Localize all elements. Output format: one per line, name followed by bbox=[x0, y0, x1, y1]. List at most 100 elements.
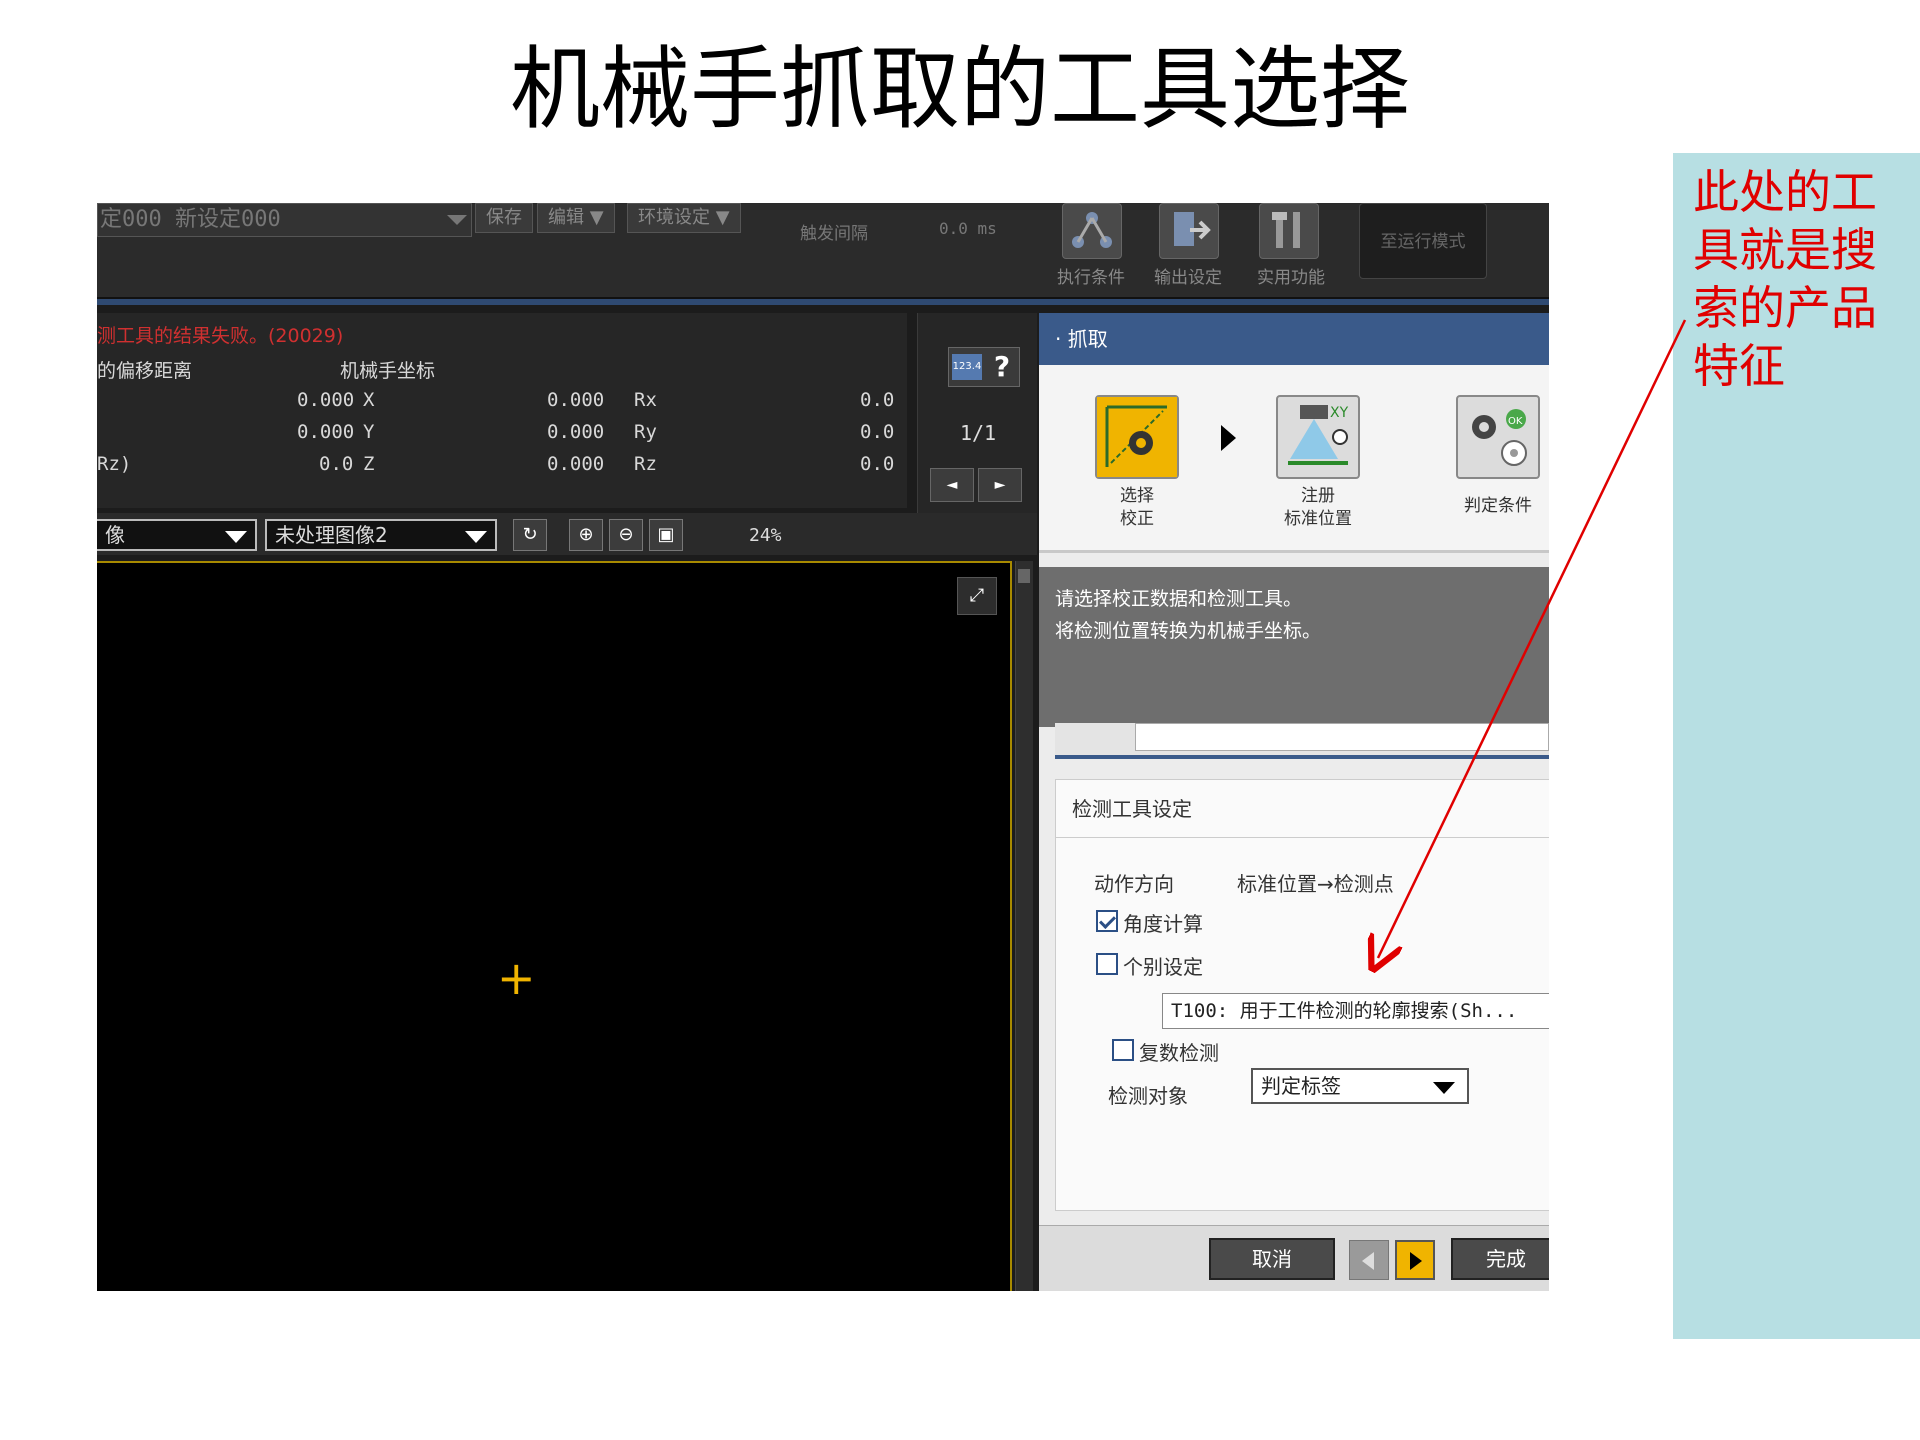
pick-setup-panel: · 抓取 选择 校正 XY 注册 标准位置 OK 判定条件 请选择校正数据和检测… bbox=[1039, 313, 1549, 1291]
zoom-level: 24% bbox=[749, 525, 782, 546]
scene-select[interactable]: 定000 新设定000 bbox=[97, 203, 472, 237]
toolbar-divider bbox=[97, 299, 1549, 305]
offset-x-value: 0.000 bbox=[297, 389, 355, 411]
angle-calc-label: 角度计算 bbox=[1123, 912, 1203, 936]
crosshair-marker: + bbox=[497, 951, 536, 1005]
step-register-reference[interactable]: XY bbox=[1276, 395, 1360, 479]
result-info-panel: 测工具的结果失败。(20029) 的偏移距离 机械手坐标 0.000 0.000… bbox=[97, 313, 907, 508]
axis-rx-value: 0.0 bbox=[860, 389, 895, 411]
help-icon: ? bbox=[993, 350, 1011, 383]
env-settings-button[interactable]: 环境设定 ▼ bbox=[627, 203, 741, 233]
display-help-button[interactable]: 123.4 ? bbox=[948, 347, 1020, 387]
error-message: 测工具的结果失败。(20029) bbox=[97, 325, 344, 347]
fullscreen-icon[interactable]: ⤢ bbox=[957, 577, 997, 615]
cancel-button[interactable]: 取消 bbox=[1209, 1238, 1335, 1280]
chevron-down-icon bbox=[1433, 1082, 1455, 1094]
exec-condition-icon[interactable] bbox=[1062, 203, 1122, 259]
description-line-1: 请选择校正数据和检测工具。 bbox=[1055, 588, 1303, 610]
next-page-button[interactable]: ► bbox=[978, 468, 1022, 502]
calibration-gear-icon bbox=[1097, 397, 1177, 477]
step-judgement-condition[interactable]: OK bbox=[1456, 395, 1540, 479]
utility-icon[interactable] bbox=[1259, 203, 1319, 259]
offset-rz-label: Rz) bbox=[97, 453, 132, 475]
panel-footer: 取消 完成 bbox=[1039, 1225, 1549, 1291]
axis-ry-value: 0.0 bbox=[860, 421, 895, 443]
scene-select-value: 定000 新设定000 bbox=[100, 207, 281, 232]
section-title: 检测工具设定 bbox=[1056, 780, 1549, 838]
prev-page-button[interactable]: ◄ bbox=[930, 468, 974, 502]
output-settings-icon[interactable] bbox=[1159, 203, 1219, 259]
axis-x-label: X bbox=[363, 389, 375, 411]
axis-rz-value: 0.0 bbox=[860, 453, 895, 475]
step-navigator: 选择 校正 XY 注册 标准位置 OK 判定条件 bbox=[1039, 365, 1549, 553]
detection-target-select[interactable]: 判定标签 bbox=[1251, 1068, 1469, 1104]
export-icon bbox=[1174, 212, 1211, 246]
page-indicator: 1/1 bbox=[959, 421, 997, 445]
multi-detect-checkbox[interactable] bbox=[1112, 1039, 1134, 1061]
individual-setting-checkbox[interactable] bbox=[1096, 953, 1118, 975]
tools-icon bbox=[1272, 212, 1300, 248]
axis-ry-label: Ry bbox=[634, 421, 657, 443]
chevron-down-icon bbox=[447, 215, 467, 225]
image-type-select[interactable]: 未处理图像2 bbox=[265, 519, 497, 551]
output-settings-label: 输出设定 bbox=[1154, 268, 1222, 288]
multi-detect-label: 复数检测 bbox=[1139, 1041, 1219, 1065]
vertical-scrollbar[interactable] bbox=[1015, 561, 1033, 1291]
detection-tool-field[interactable]: T100: 用于工件检测的轮廓搜索(Sh... bbox=[1162, 993, 1549, 1029]
step-1-label: 选择 校正 bbox=[1120, 486, 1154, 529]
scrollbar-thumb[interactable] bbox=[1018, 569, 1030, 583]
offset-rz-value: 0.0 bbox=[319, 453, 354, 475]
image-source-value: 像 bbox=[105, 523, 125, 547]
number-format-icon: 123.4 bbox=[952, 354, 982, 380]
chevron-down-icon bbox=[225, 531, 247, 543]
axis-rz-label: Rz bbox=[634, 453, 657, 475]
direction-value: 标准位置→检测点 bbox=[1237, 872, 1394, 896]
result-pager: 123.4 ? 1/1 ◄ ► bbox=[917, 313, 1037, 513]
annotation-note-box: 此处的工具就是搜索的产品特征 bbox=[1673, 153, 1920, 1339]
svg-text:XY: XY bbox=[1330, 405, 1349, 421]
detection-target-value: 判定标签 bbox=[1261, 1074, 1341, 1098]
image-type-value: 未处理图像2 bbox=[275, 523, 388, 547]
refresh-icon[interactable]: ↻ bbox=[513, 519, 547, 551]
edit-menu-button[interactable]: 编辑 ▼ bbox=[537, 203, 615, 233]
network-icon bbox=[1072, 212, 1112, 248]
axis-z-value: 0.000 bbox=[547, 453, 605, 475]
axis-z-label: Z bbox=[363, 453, 375, 475]
step-description: 请选择校正数据和检测工具。 将检测位置转换为机械手坐标。 bbox=[1039, 567, 1549, 727]
detection-tool-settings-card: 检测工具设定 动作方向 标准位置→检测点 角度计算 个别设定 T100: 用于工… bbox=[1055, 779, 1549, 1211]
collapsed-section bbox=[1055, 723, 1549, 759]
slide-title: 机械手抓取的工具选择 bbox=[510, 37, 1410, 142]
axis-y-label: Y bbox=[363, 421, 375, 443]
individual-setting-label: 个别设定 bbox=[1123, 955, 1203, 979]
direction-label: 动作方向 bbox=[1094, 872, 1174, 896]
next-step-button[interactable] bbox=[1395, 1240, 1435, 1280]
save-button[interactable]: 保存 bbox=[475, 203, 533, 233]
exec-condition-label: 执行条件 bbox=[1057, 268, 1125, 288]
step-arrow-icon bbox=[1221, 425, 1236, 451]
step-3-label: 判定条件 bbox=[1464, 496, 1532, 516]
finish-button[interactable]: 完成 bbox=[1451, 1238, 1549, 1280]
image-source-select[interactable]: 像 bbox=[97, 519, 257, 551]
offset-header: 的偏移距离 bbox=[97, 360, 193, 382]
trigger-interval-value: 0.0 ms bbox=[939, 219, 997, 238]
svg-text:OK: OK bbox=[1508, 416, 1523, 427]
zoom-out-icon[interactable]: ⊖ bbox=[609, 519, 643, 551]
step-2-label: 注册 标准位置 bbox=[1284, 486, 1352, 529]
chevron-down-icon bbox=[465, 531, 487, 543]
utility-label: 实用功能 bbox=[1257, 268, 1325, 288]
judgement-gear-icon: OK bbox=[1472, 409, 1527, 466]
prev-step-button[interactable] bbox=[1349, 1240, 1389, 1280]
axis-y-value: 0.000 bbox=[547, 421, 605, 443]
zoom-in-icon[interactable]: ⊕ bbox=[569, 519, 603, 551]
axis-rx-label: Rx bbox=[634, 389, 657, 411]
fit-window-icon[interactable]: ▣ bbox=[649, 519, 683, 551]
description-line-2: 将检测位置转换为机械手坐标。 bbox=[1055, 620, 1322, 642]
step-select-calibration[interactable] bbox=[1095, 395, 1179, 479]
angle-calc-checkbox[interactable] bbox=[1096, 910, 1118, 932]
image-toolbar: 像 未处理图像2 ↻ ⊕ ⊖ ▣ 24% bbox=[97, 513, 1037, 555]
run-mode-button[interactable]: 至运行模式 bbox=[1359, 203, 1487, 279]
main-toolbar: 定000 新设定000 保存 编辑 ▼ 环境设定 ▼ 触发间隔 0.0 ms 执… bbox=[97, 203, 1549, 299]
trigger-interval-label: 触发间隔 bbox=[800, 224, 868, 244]
axis-x-value: 0.000 bbox=[547, 389, 605, 411]
image-canvas[interactable]: + ⤢ bbox=[97, 561, 1012, 1291]
